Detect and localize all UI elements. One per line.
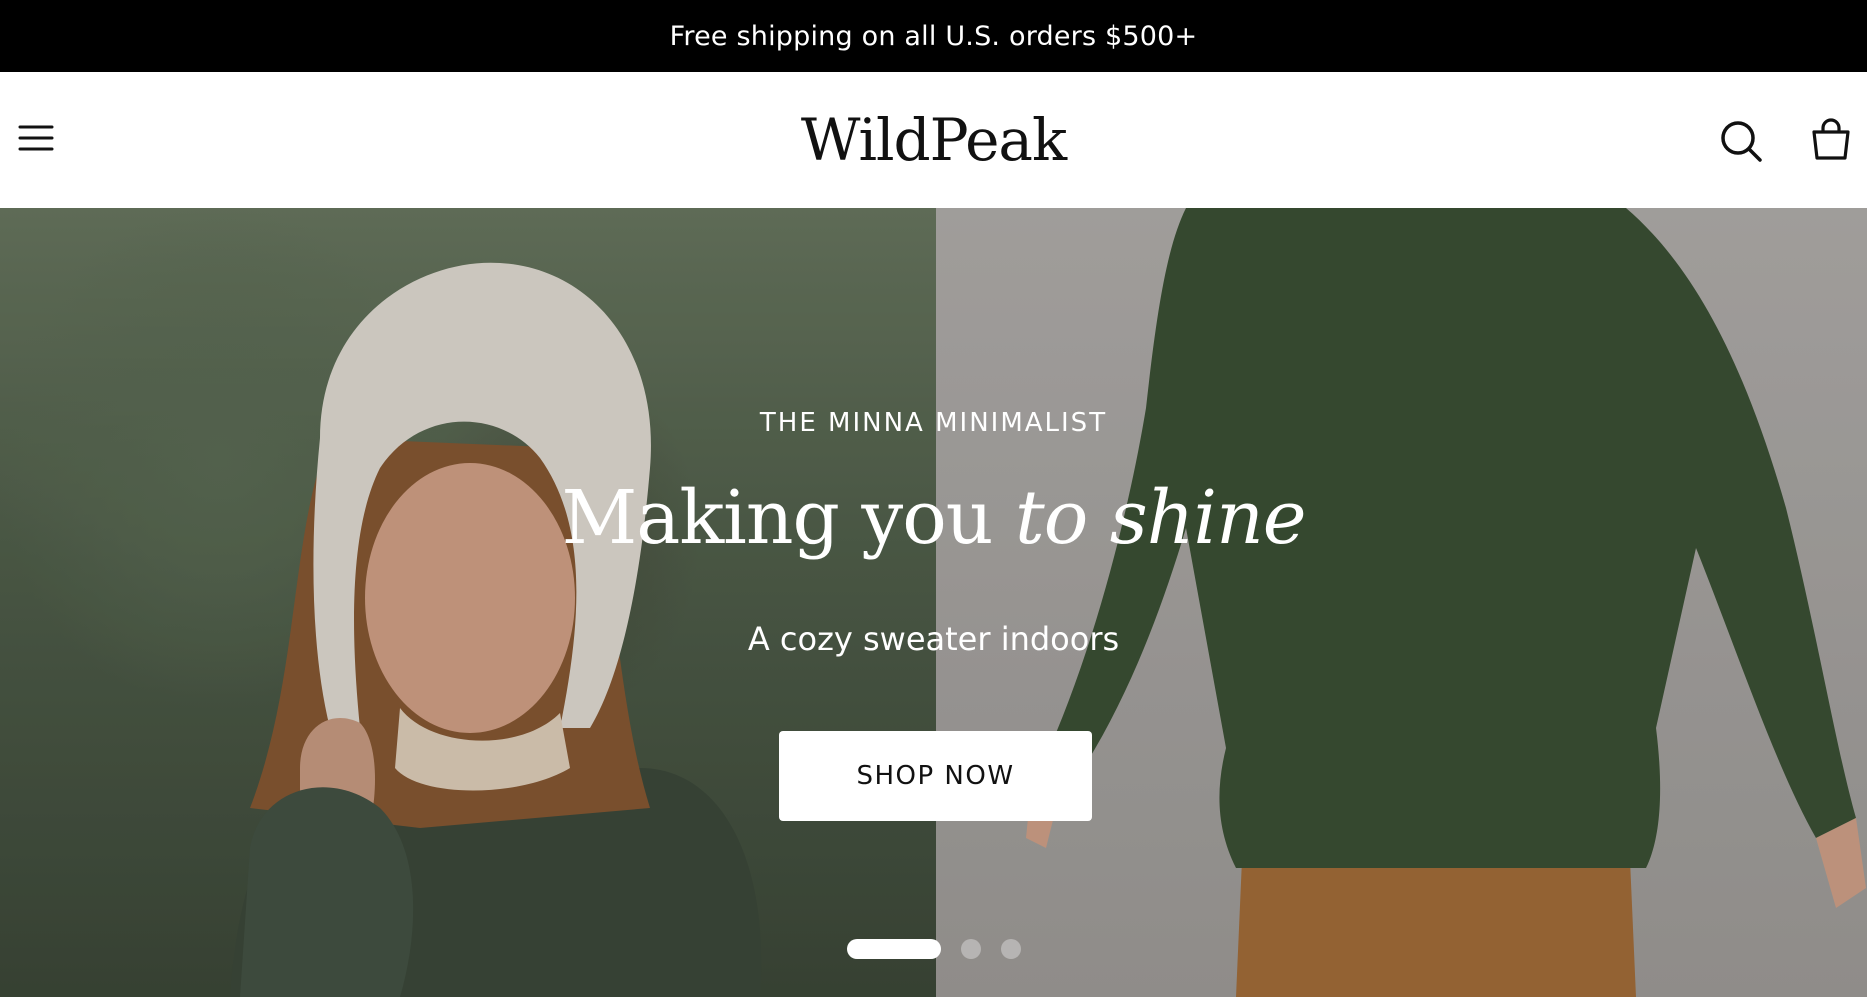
cart-button[interactable] — [1808, 116, 1854, 162]
hero-banner: THE MINNA MINIMALIST Making you to shine… — [0, 208, 1867, 997]
search-button[interactable] — [1718, 118, 1764, 164]
site-header: WildPeak — [0, 72, 1867, 208]
site-logo[interactable]: WildPeak — [801, 106, 1067, 174]
hero-content: THE MINNA MINIMALIST Making you to shine… — [0, 208, 1867, 997]
hero-headline-regular: Making you — [561, 475, 993, 561]
slideshow-pagination — [847, 939, 1021, 959]
shop-now-button[interactable]: SHOP NOW — [779, 731, 1092, 821]
shop-now-label: SHOP NOW — [856, 761, 1015, 791]
hamburger-menu-icon — [18, 125, 54, 151]
logo-wrapper: WildPeak — [0, 72, 1867, 208]
slide-dot-2[interactable] — [961, 939, 981, 959]
slide-dot-1-active[interactable] — [847, 939, 941, 959]
hero-headline: Making you to shine — [0, 475, 1867, 561]
announcement-text: Free shipping on all U.S. orders $500+ — [669, 20, 1198, 52]
hero-headline-italic: to shine — [1014, 475, 1307, 561]
shopping-bag-icon — [1812, 118, 1850, 160]
hero-subhead: A cozy sweater indoors — [747, 620, 1120, 658]
hero-eyebrow: THE MINNA MINIMALIST — [759, 408, 1108, 438]
slide-dot-3[interactable] — [1001, 939, 1021, 959]
search-icon — [1721, 121, 1762, 162]
menu-button[interactable] — [16, 118, 56, 158]
announcement-bar: Free shipping on all U.S. orders $500+ — [0, 0, 1867, 72]
